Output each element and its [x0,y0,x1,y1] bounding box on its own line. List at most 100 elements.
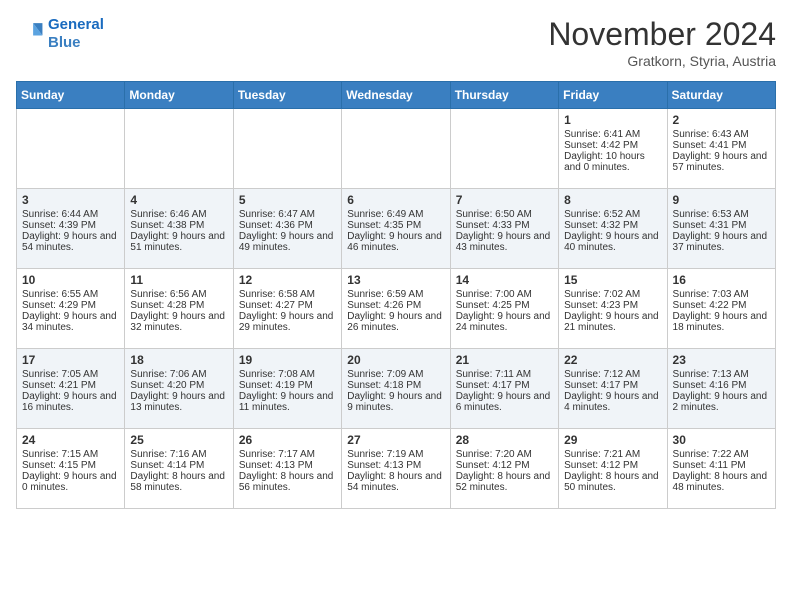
sunset-text: Sunset: 4:17 PM [456,380,553,391]
sunrise-text: Sunrise: 7:12 AM [564,369,661,380]
sunrise-text: Sunrise: 6:47 AM [239,209,336,220]
daylight-text: Daylight: 9 hours and 24 minutes. [456,311,553,333]
sunrise-text: Sunrise: 7:15 AM [22,449,119,460]
daylight-text: Daylight: 8 hours and 54 minutes. [347,471,444,493]
daylight-text: Daylight: 9 hours and 43 minutes. [456,231,553,253]
calendar-cell: 11Sunrise: 6:56 AMSunset: 4:28 PMDayligh… [125,269,233,349]
day-number: 13 [347,273,444,287]
day-number: 10 [22,273,119,287]
daylight-text: Daylight: 9 hours and 34 minutes. [22,311,119,333]
sunset-text: Sunset: 4:29 PM [22,300,119,311]
week-row-5: 24Sunrise: 7:15 AMSunset: 4:15 PMDayligh… [17,429,776,509]
title-block: November 2024 Gratkorn, Styria, Austria [548,16,776,69]
daylight-text: Daylight: 9 hours and 16 minutes. [22,391,119,413]
sunset-text: Sunset: 4:20 PM [130,380,227,391]
sunrise-text: Sunrise: 6:46 AM [130,209,227,220]
sunrise-text: Sunrise: 6:44 AM [22,209,119,220]
sunrise-text: Sunrise: 7:11 AM [456,369,553,380]
sunset-text: Sunset: 4:14 PM [130,460,227,471]
calendar-cell: 21Sunrise: 7:11 AMSunset: 4:17 PMDayligh… [450,349,558,429]
calendar-cell: 16Sunrise: 7:03 AMSunset: 4:22 PMDayligh… [667,269,775,349]
calendar-cell: 18Sunrise: 7:06 AMSunset: 4:20 PMDayligh… [125,349,233,429]
sunrise-text: Sunrise: 7:09 AM [347,369,444,380]
sunset-text: Sunset: 4:32 PM [564,220,661,231]
calendar-cell: 23Sunrise: 7:13 AMSunset: 4:16 PMDayligh… [667,349,775,429]
day-number: 24 [22,433,119,447]
sunset-text: Sunset: 4:38 PM [130,220,227,231]
sunset-text: Sunset: 4:33 PM [456,220,553,231]
calendar-cell: 22Sunrise: 7:12 AMSunset: 4:17 PMDayligh… [559,349,667,429]
sunrise-text: Sunrise: 7:06 AM [130,369,227,380]
sunrise-text: Sunrise: 6:56 AM [130,289,227,300]
page-header: General Blue November 2024 Gratkorn, Sty… [16,16,776,69]
week-row-1: 1Sunrise: 6:41 AMSunset: 4:42 PMDaylight… [17,109,776,189]
weekday-monday: Monday [125,82,233,109]
day-number: 20 [347,353,444,367]
sunset-text: Sunset: 4:12 PM [564,460,661,471]
sunrise-text: Sunrise: 6:50 AM [456,209,553,220]
day-number: 30 [673,433,770,447]
sunrise-text: Sunrise: 7:17 AM [239,449,336,460]
daylight-text: Daylight: 9 hours and 40 minutes. [564,231,661,253]
calendar-cell: 5Sunrise: 6:47 AMSunset: 4:36 PMDaylight… [233,189,341,269]
sunrise-text: Sunrise: 7:00 AM [456,289,553,300]
calendar-cell [450,109,558,189]
daylight-text: Daylight: 9 hours and 54 minutes. [22,231,119,253]
day-number: 27 [347,433,444,447]
logo: General Blue [16,16,104,52]
daylight-text: Daylight: 9 hours and 2 minutes. [673,391,770,413]
calendar-cell [125,109,233,189]
sunset-text: Sunset: 4:35 PM [347,220,444,231]
calendar-cell [342,109,450,189]
sunset-text: Sunset: 4:13 PM [239,460,336,471]
day-number: 23 [673,353,770,367]
calendar-table: SundayMondayTuesdayWednesdayThursdayFrid… [16,81,776,509]
day-number: 12 [239,273,336,287]
day-number: 3 [22,193,119,207]
day-number: 17 [22,353,119,367]
calendar-cell: 6Sunrise: 6:49 AMSunset: 4:35 PMDaylight… [342,189,450,269]
sunrise-text: Sunrise: 6:43 AM [673,129,770,140]
day-number: 26 [239,433,336,447]
calendar-cell: 9Sunrise: 6:53 AMSunset: 4:31 PMDaylight… [667,189,775,269]
daylight-text: Daylight: 9 hours and 57 minutes. [673,151,770,173]
sunrise-text: Sunrise: 7:16 AM [130,449,227,460]
weekday-saturday: Saturday [667,82,775,109]
sunset-text: Sunset: 4:22 PM [673,300,770,311]
daylight-text: Daylight: 9 hours and 21 minutes. [564,311,661,333]
day-number: 7 [456,193,553,207]
sunset-text: Sunset: 4:39 PM [22,220,119,231]
calendar-cell: 7 Sunrise: 6:50 AMSunset: 4:33 PMDaylight… [450,189,558,269]
day-number: 1 [564,113,661,127]
sunset-text: Sunset: 4:41 PM [673,140,770,151]
day-number: 14 [456,273,553,287]
daylight-text: Daylight: 9 hours and 11 minutes. [239,391,336,413]
sunrise-text: Sunrise: 7:22 AM [673,449,770,460]
day-number: 25 [130,433,227,447]
sunset-text: Sunset: 4:27 PM [239,300,336,311]
calendar-cell: 24Sunrise: 7:15 AMSunset: 4:15 PMDayligh… [17,429,125,509]
daylight-text: Daylight: 8 hours and 48 minutes. [673,471,770,493]
sunset-text: Sunset: 4:13 PM [347,460,444,471]
sunrise-text: Sunrise: 7:19 AM [347,449,444,460]
location: Gratkorn, Styria, Austria [548,53,776,69]
daylight-text: Daylight: 8 hours and 50 minutes. [564,471,661,493]
daylight-text: Daylight: 9 hours and 26 minutes. [347,311,444,333]
sunrise-text: Sunrise: 6:49 AM [347,209,444,220]
calendar-body: 1Sunrise: 6:41 AMSunset: 4:42 PMDaylight… [17,109,776,509]
day-number: 19 [239,353,336,367]
calendar-cell: 4Sunrise: 6:46 AMSunset: 4:38 PMDaylight… [125,189,233,269]
calendar-cell: 1Sunrise: 6:41 AMSunset: 4:42 PMDaylight… [559,109,667,189]
daylight-text: Daylight: 8 hours and 52 minutes. [456,471,553,493]
day-number: 28 [456,433,553,447]
day-number: 29 [564,433,661,447]
daylight-text: Daylight: 9 hours and 49 minutes. [239,231,336,253]
day-number: 15 [564,273,661,287]
calendar-cell: 27 Sunrise: 7:19 AMSunset: 4:13 PMDayligh… [342,429,450,509]
sunrise-text: Sunrise: 7:13 AM [673,369,770,380]
sunrise-text: Sunrise: 7:02 AM [564,289,661,300]
day-number: 22 [564,353,661,367]
daylight-text: Daylight: 9 hours and 18 minutes. [673,311,770,333]
day-number: 5 [239,193,336,207]
daylight-text: Daylight: 9 hours and 29 minutes. [239,311,336,333]
